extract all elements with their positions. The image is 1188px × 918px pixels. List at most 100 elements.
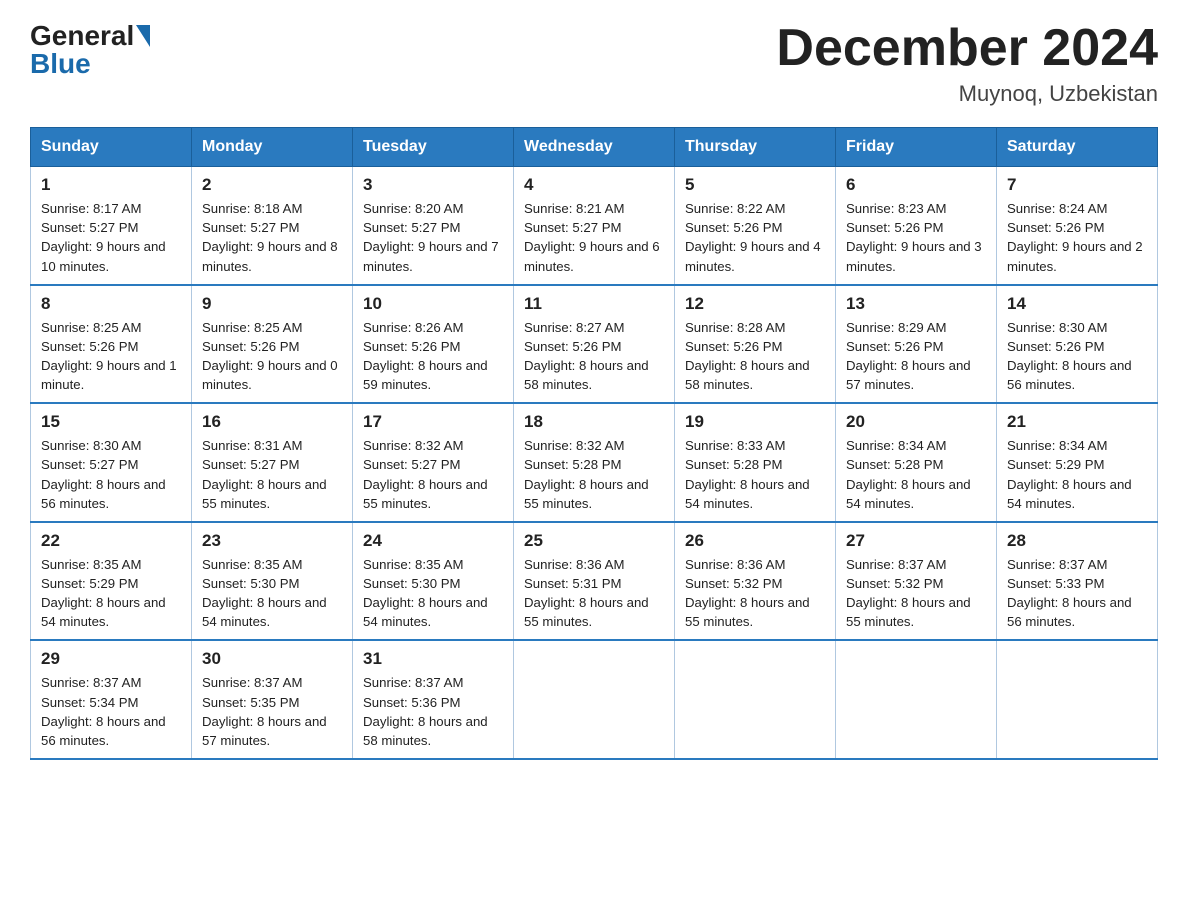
day-number: 7 [1007,175,1147,195]
weekday-header-friday: Friday [836,128,997,167]
day-info: Sunrise: 8:34 AMSunset: 5:28 PMDaylight:… [846,436,986,513]
day-info: Sunrise: 8:21 AMSunset: 5:27 PMDaylight:… [524,199,664,276]
calendar-cell: 9Sunrise: 8:25 AMSunset: 5:26 PMDaylight… [192,285,353,404]
day-info: Sunrise: 8:25 AMSunset: 5:26 PMDaylight:… [41,318,181,395]
calendar-cell: 13 Sunrise: 8:29 AMSunset: 5:26 PMDayligh… [836,285,997,404]
calendar-week-row: 29Sunrise: 8:37 AMSunset: 5:34 PMDayligh… [31,640,1158,759]
weekday-header-tuesday: Tuesday [353,128,514,167]
day-info: Sunrise: 8:30 AMSunset: 5:26 PMDaylight:… [1007,318,1147,395]
calendar-cell: 31 Sunrise: 8:37 AMSunset: 5:36 PMDayligh… [353,640,514,759]
day-number: 13 [846,294,986,314]
day-number: 11 [524,294,664,314]
day-info: Sunrise: 8:32 AMSunset: 5:27 PMDaylight:… [363,436,503,513]
day-number: 21 [1007,412,1147,432]
calendar-cell [675,640,836,759]
day-info: Sunrise: 8:22 AMSunset: 5:26 PMDaylight:… [685,199,825,276]
calendar-cell: 23 Sunrise: 8:35 AMSunset: 5:30 PMDayligh… [192,522,353,641]
calendar-cell [836,640,997,759]
day-info: Sunrise: 8:35 AMSunset: 5:30 PMDaylight:… [202,555,342,632]
calendar-cell: 10 Sunrise: 8:26 AMSunset: 5:26 PMDayligh… [353,285,514,404]
day-number: 2 [202,175,342,195]
calendar-cell [514,640,675,759]
day-info: Sunrise: 8:37 AMSunset: 5:36 PMDaylight:… [363,673,503,750]
calendar-cell: 16 Sunrise: 8:31 AMSunset: 5:27 PMDayligh… [192,403,353,522]
calendar-cell [997,640,1158,759]
calendar-cell: 3Sunrise: 8:20 AMSunset: 5:27 PMDaylight… [353,167,514,285]
day-info: Sunrise: 8:18 AMSunset: 5:27 PMDaylight:… [202,199,342,276]
day-number: 27 [846,531,986,551]
calendar-cell: 1 Sunrise: 8:17 AMSunset: 5:27 PMDaylight… [31,167,192,285]
location: Muynoq, Uzbekistan [776,81,1158,107]
day-number: 25 [524,531,664,551]
day-number: 19 [685,412,825,432]
day-number: 31 [363,649,503,669]
day-number: 4 [524,175,664,195]
weekday-header-saturday: Saturday [997,128,1158,167]
day-info: Sunrise: 8:30 AMSunset: 5:27 PMDaylight:… [41,436,181,513]
calendar-cell: 12Sunrise: 8:28 AMSunset: 5:26 PMDayligh… [675,285,836,404]
day-info: Sunrise: 8:23 AMSunset: 5:26 PMDaylight:… [846,199,986,276]
calendar-cell: 22Sunrise: 8:35 AMSunset: 5:29 PMDayligh… [31,522,192,641]
day-number: 16 [202,412,342,432]
day-info: Sunrise: 8:26 AMSunset: 5:26 PMDaylight:… [363,318,503,395]
day-number: 8 [41,294,181,314]
day-number: 6 [846,175,986,195]
weekday-header-wednesday: Wednesday [514,128,675,167]
calendar-cell: 14 Sunrise: 8:30 AMSunset: 5:26 PMDayligh… [997,285,1158,404]
day-info: Sunrise: 8:37 AMSunset: 5:33 PMDaylight:… [1007,555,1147,632]
day-number: 14 [1007,294,1147,314]
calendar-cell: 24Sunrise: 8:35 AMSunset: 5:30 PMDayligh… [353,522,514,641]
day-info: Sunrise: 8:31 AMSunset: 5:27 PMDaylight:… [202,436,342,513]
day-number: 5 [685,175,825,195]
day-info: Sunrise: 8:37 AMSunset: 5:35 PMDaylight:… [202,673,342,750]
calendar-cell: 11Sunrise: 8:27 AMSunset: 5:26 PMDayligh… [514,285,675,404]
calendar-cell: 7 Sunrise: 8:24 AMSunset: 5:26 PMDaylight… [997,167,1158,285]
calendar-cell: 21 Sunrise: 8:34 AMSunset: 5:29 PMDayligh… [997,403,1158,522]
weekday-header-sunday: Sunday [31,128,192,167]
day-number: 29 [41,649,181,669]
day-number: 26 [685,531,825,551]
title-block: December 2024 Muynoq, Uzbekistan [776,20,1158,107]
logo-triangle-icon [136,25,150,47]
weekday-header-thursday: Thursday [675,128,836,167]
day-number: 30 [202,649,342,669]
day-info: Sunrise: 8:32 AMSunset: 5:28 PMDaylight:… [524,436,664,513]
day-number: 18 [524,412,664,432]
day-info: Sunrise: 8:29 AMSunset: 5:26 PMDaylight:… [846,318,986,395]
calendar-week-row: 1 Sunrise: 8:17 AMSunset: 5:27 PMDaylight… [31,167,1158,285]
calendar-table: SundayMondayTuesdayWednesdayThursdayFrid… [30,127,1158,760]
day-info: Sunrise: 8:35 AMSunset: 5:30 PMDaylight:… [363,555,503,632]
day-number: 3 [363,175,503,195]
day-number: 23 [202,531,342,551]
day-number: 20 [846,412,986,432]
calendar-week-row: 15 Sunrise: 8:30 AMSunset: 5:27 PMDayligh… [31,403,1158,522]
calendar-cell: 15 Sunrise: 8:30 AMSunset: 5:27 PMDayligh… [31,403,192,522]
day-info: Sunrise: 8:24 AMSunset: 5:26 PMDaylight:… [1007,199,1147,276]
day-number: 12 [685,294,825,314]
day-info: Sunrise: 8:17 AMSunset: 5:27 PMDaylight:… [41,199,181,276]
calendar-cell: 25 Sunrise: 8:36 AMSunset: 5:31 PMDayligh… [514,522,675,641]
day-number: 15 [41,412,181,432]
day-info: Sunrise: 8:36 AMSunset: 5:31 PMDaylight:… [524,555,664,632]
calendar-cell: 26Sunrise: 8:36 AMSunset: 5:32 PMDayligh… [675,522,836,641]
calendar-cell: 29Sunrise: 8:37 AMSunset: 5:34 PMDayligh… [31,640,192,759]
day-number: 9 [202,294,342,314]
page-header: General Blue December 2024 Muynoq, Uzbek… [30,20,1158,107]
calendar-cell: 17 Sunrise: 8:32 AMSunset: 5:27 PMDayligh… [353,403,514,522]
calendar-cell: 30 Sunrise: 8:37 AMSunset: 5:35 PMDayligh… [192,640,353,759]
day-info: Sunrise: 8:35 AMSunset: 5:29 PMDaylight:… [41,555,181,632]
day-number: 10 [363,294,503,314]
day-number: 1 [41,175,181,195]
weekday-header-row: SundayMondayTuesdayWednesdayThursdayFrid… [31,128,1158,167]
calendar-cell: 8 Sunrise: 8:25 AMSunset: 5:26 PMDaylight… [31,285,192,404]
month-title: December 2024 [776,20,1158,77]
day-info: Sunrise: 8:34 AMSunset: 5:29 PMDaylight:… [1007,436,1147,513]
calendar-cell: 5 Sunrise: 8:22 AMSunset: 5:26 PMDaylight… [675,167,836,285]
day-number: 17 [363,412,503,432]
day-info: Sunrise: 8:37 AMSunset: 5:32 PMDaylight:… [846,555,986,632]
calendar-cell: 20 Sunrise: 8:34 AMSunset: 5:28 PMDayligh… [836,403,997,522]
calendar-week-row: 22Sunrise: 8:35 AMSunset: 5:29 PMDayligh… [31,522,1158,641]
calendar-cell: 18 Sunrise: 8:32 AMSunset: 5:28 PMDayligh… [514,403,675,522]
calendar-cell: 4 Sunrise: 8:21 AMSunset: 5:27 PMDaylight… [514,167,675,285]
day-info: Sunrise: 8:33 AMSunset: 5:28 PMDaylight:… [685,436,825,513]
